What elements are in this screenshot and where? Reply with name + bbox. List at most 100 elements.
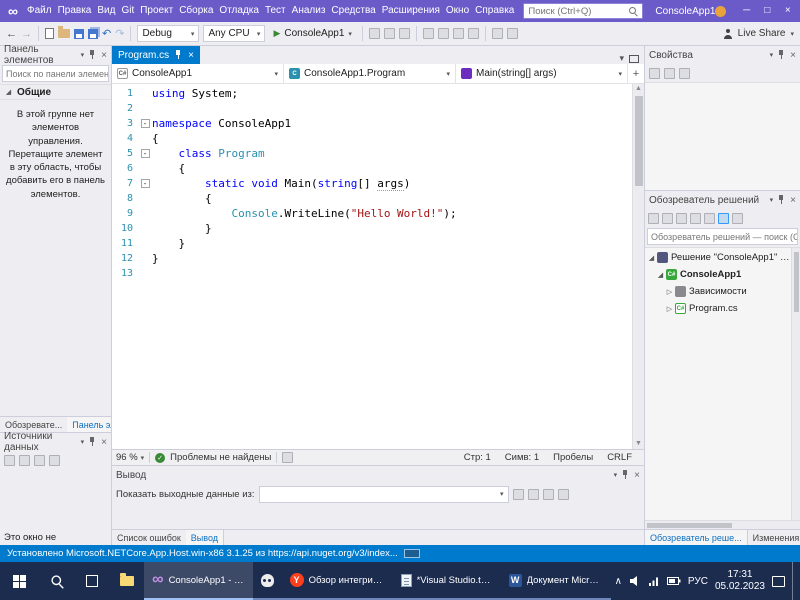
expander-icon[interactable]: ▷ bbox=[665, 288, 674, 296]
solution-configurations-dropdown[interactable]: Debug ▾ bbox=[137, 25, 200, 42]
scrollbar-thumb[interactable] bbox=[647, 523, 733, 528]
menu-item[interactable]: Правка bbox=[55, 0, 95, 22]
toolbar-icon[interactable] bbox=[383, 28, 395, 39]
toolbar-icon[interactable] bbox=[437, 28, 449, 39]
start-button[interactable] bbox=[0, 562, 39, 600]
split-editor-button[interactable]: + bbox=[628, 64, 644, 83]
code-line[interactable]: 1 using System; bbox=[112, 86, 632, 101]
user-avatar[interactable] bbox=[715, 5, 727, 17]
toolbar-icon[interactable] bbox=[19, 454, 30, 466]
taskbar-search-button[interactable] bbox=[39, 562, 74, 600]
sync-with-active-document-icon[interactable] bbox=[718, 212, 729, 224]
chevron-down-icon[interactable]: ▾ bbox=[619, 53, 624, 64]
close-button[interactable]: × bbox=[777, 0, 798, 22]
toolbar-icon[interactable] bbox=[506, 28, 518, 39]
output-source-dropdown[interactable]: ▾ bbox=[258, 485, 509, 503]
pin-icon[interactable] bbox=[174, 50, 183, 60]
scroll-down-icon[interactable]: ▼ bbox=[635, 439, 642, 449]
open-file-icon[interactable] bbox=[58, 26, 70, 38]
wrench-icon[interactable] bbox=[732, 212, 743, 224]
tree-item[interactable]: ▷ C# Program.cs bbox=[645, 300, 791, 317]
panel-tab[interactable]: Панель эле... bbox=[67, 417, 111, 432]
code-line[interactable]: 9 Console.WriteLine("Hello World!"); bbox=[112, 206, 632, 221]
tree-item[interactable]: ▷ Зависимости bbox=[645, 283, 791, 300]
solution-platforms-dropdown[interactable]: Any CPU ▾ bbox=[203, 25, 266, 42]
collapse-box-icon[interactable]: - bbox=[140, 149, 150, 158]
code-line[interactable]: 13 bbox=[112, 266, 632, 281]
fold-toggle[interactable]: - bbox=[138, 176, 152, 191]
pin-icon[interactable] bbox=[88, 50, 97, 60]
language-indicator[interactable]: РУС bbox=[688, 576, 708, 587]
document-tab-program-cs[interactable]: Program.cs × bbox=[112, 46, 200, 64]
menu-item[interactable]: Тест bbox=[262, 0, 289, 22]
show-all-files-icon[interactable] bbox=[690, 212, 701, 224]
close-icon[interactable]: × bbox=[790, 50, 796, 61]
clear-all-icon[interactable] bbox=[527, 488, 539, 500]
code-cleanup-icon[interactable] bbox=[282, 452, 294, 463]
close-icon[interactable]: × bbox=[101, 50, 107, 61]
panel-tab[interactable]: Вывод bbox=[185, 530, 225, 545]
solution-vertical-scrollbar[interactable] bbox=[791, 248, 800, 520]
chevron-down-icon[interactable]: ▾ bbox=[614, 471, 618, 479]
breadcrumb-dropdown[interactable]: C# ConsoleApp1 ▾ bbox=[112, 64, 284, 83]
chevron-down-icon[interactable]: ▾ bbox=[770, 51, 774, 59]
code-line[interactable]: 11 } bbox=[112, 236, 632, 251]
close-icon[interactable]: × bbox=[101, 437, 107, 448]
toolbar-icon[interactable] bbox=[4, 454, 15, 466]
taskbar-app-notepad[interactable]: *Visual Studio.txt - bbox=[392, 562, 501, 600]
battery-icon[interactable] bbox=[666, 576, 681, 586]
toolbar-icon[interactable] bbox=[422, 28, 434, 39]
expander-icon[interactable]: ◢ bbox=[656, 271, 665, 279]
breadcrumb-dropdown[interactable]: C ConsoleApp1.Program ▾ bbox=[284, 64, 456, 83]
toolbox-group-general[interactable]: ◢ Общие bbox=[0, 84, 111, 100]
refresh-icon[interactable] bbox=[662, 212, 673, 224]
action-center-icon[interactable] bbox=[772, 575, 785, 587]
toolbar-icon[interactable] bbox=[467, 28, 479, 39]
fold-toggle[interactable]: - bbox=[138, 146, 152, 161]
code-line[interactable]: 4{ bbox=[112, 131, 632, 146]
toolbar-icon[interactable] bbox=[34, 454, 45, 466]
menu-item[interactable]: Git bbox=[118, 0, 137, 22]
pin-icon[interactable] bbox=[777, 50, 786, 60]
menu-item[interactable]: Вид bbox=[94, 0, 118, 22]
chevron-down-icon[interactable]: ▾ bbox=[81, 438, 85, 446]
close-icon[interactable]: × bbox=[188, 50, 194, 61]
toolbar-icon[interactable] bbox=[49, 454, 60, 466]
panel-tab[interactable]: Обозревате... bbox=[0, 417, 67, 432]
expander-icon[interactable]: ▷ bbox=[665, 305, 674, 313]
collapse-box-icon[interactable]: - bbox=[140, 119, 150, 128]
panel-tab[interactable]: Обозреватель реше... bbox=[645, 530, 748, 545]
pin-icon[interactable] bbox=[777, 195, 786, 205]
find-icon[interactable] bbox=[512, 488, 524, 500]
properties-icon[interactable] bbox=[704, 212, 715, 224]
toolbar-icon[interactable] bbox=[491, 28, 503, 39]
taskbar-app-visual-studio[interactable]: ∞ ConsoleApp1 - Mic... bbox=[144, 562, 253, 600]
live-share-button[interactable]: Live Share ▾ bbox=[723, 28, 794, 39]
save-all-icon[interactable] bbox=[88, 28, 98, 39]
fold-toggle[interactable]: - bbox=[138, 116, 152, 131]
navigate-back-icon[interactable]: ← bbox=[6, 27, 17, 41]
taskbar-app-skull-app[interactable] bbox=[252, 562, 282, 600]
navigate-forward-icon[interactable]: → bbox=[21, 27, 32, 41]
collapse-all-icon[interactable] bbox=[676, 212, 687, 224]
menu-item[interactable]: Сборка bbox=[176, 0, 216, 22]
minimize-button[interactable]: ─ bbox=[736, 0, 757, 22]
categorized-icon[interactable] bbox=[649, 67, 660, 79]
solution-horizontal-scrollbar[interactable] bbox=[645, 520, 800, 529]
taskbar-clock[interactable]: 17:31 05.02.2023 bbox=[715, 569, 765, 594]
redo-icon[interactable]: ↷ bbox=[115, 27, 124, 41]
code-line[interactable]: 7- static void Main(string[] args) bbox=[112, 176, 632, 191]
taskbar-app-yandex-browser[interactable]: Y Обзор интегриров... bbox=[281, 562, 393, 600]
code-line[interactable]: 12} bbox=[112, 251, 632, 266]
code-line[interactable]: 10 } bbox=[112, 221, 632, 236]
code-line[interactable]: 5- class Program bbox=[112, 146, 632, 161]
start-debugging-button[interactable]: ▶ ConsoleApp1 ▾ bbox=[269, 28, 355, 39]
expander-icon[interactable]: ◢ bbox=[647, 254, 656, 262]
scrollbar-thumb[interactable] bbox=[634, 96, 643, 186]
tree-item[interactable]: ◢ C# ConsoleApp1 bbox=[645, 266, 791, 283]
health-check-icon[interactable]: ✓ bbox=[155, 452, 166, 463]
close-icon[interactable]: × bbox=[790, 195, 796, 206]
editor-vertical-scrollbar[interactable]: ▲ ▼ bbox=[632, 84, 644, 449]
quick-launch-search[interactable]: Поиск (Ctrl+Q) bbox=[523, 3, 644, 19]
menu-item[interactable]: Отладка bbox=[216, 0, 262, 22]
